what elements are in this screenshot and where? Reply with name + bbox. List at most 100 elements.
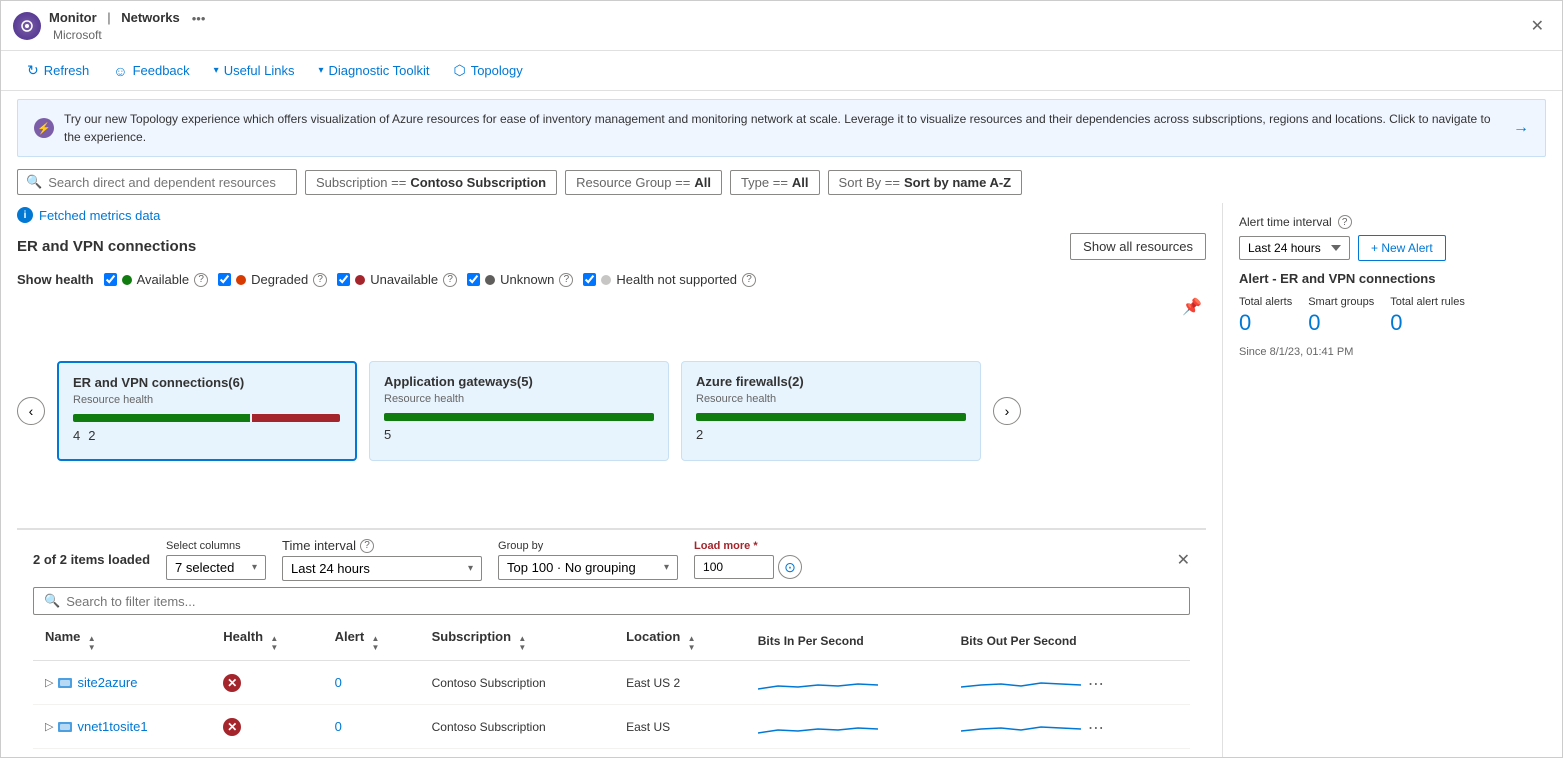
health-unavailable-checkbox[interactable] [337, 273, 350, 286]
card-green-count-1: 5 [384, 427, 391, 442]
pin-area: 📌 [1178, 293, 1206, 321]
app-gateway-card[interactable]: Application gateways(5) Resource health … [369, 361, 669, 461]
info-icon: i [17, 207, 33, 223]
bottom-close-button[interactable]: ✕ [1177, 550, 1190, 570]
filter-bar: 🔍 Subscription == Contoso Subscription R… [1, 165, 1562, 203]
topology-banner[interactable]: ⚡ Try our new Topology experience which … [17, 99, 1546, 157]
health-error-icon-1: ✕ [223, 718, 241, 736]
alert-interval-label-row: Alert time interval ? [1239, 215, 1546, 229]
degraded-info-icon[interactable]: ? [313, 273, 327, 287]
subscription-filter[interactable]: Subscription == Contoso Subscription [305, 170, 557, 195]
cards-next-button[interactable]: › [993, 397, 1021, 425]
row-expand-icon-1[interactable]: ▷ [45, 720, 53, 733]
health-not-supported-checkbox[interactable] [583, 273, 596, 286]
row-more-button-1[interactable]: ⋯ [1084, 716, 1108, 740]
feedback-icon: ☺ [113, 63, 127, 79]
name-sort[interactable]: ▲▼ [88, 635, 96, 652]
col-location: Location ▲▼ [614, 621, 746, 661]
table-row: ▷ vnet1tosite1 ✕ 0 Contoso Subscription … [33, 705, 1190, 749]
subscription-sort[interactable]: ▲▼ [518, 635, 526, 652]
content-area: i Fetched metrics data ER and VPN connec… [1, 203, 1562, 757]
total-alert-rules-col: Total alert rules 0 [1390, 296, 1465, 336]
time-interval-info-icon[interactable]: ? [360, 539, 374, 553]
unknown-info-icon[interactable]: ? [559, 273, 573, 287]
cell-subscription-1: Contoso Subscription [420, 705, 615, 749]
smart-groups-label: Smart groups [1308, 296, 1374, 308]
resource-search-box[interactable]: 🔍 [17, 169, 297, 195]
time-interval-group: Time interval ? Last 24 hours ▾ [282, 538, 482, 581]
cell-alert-1: 0 [323, 705, 420, 749]
type-filter[interactable]: Type == All [730, 170, 820, 195]
load-go-button[interactable]: ⊙ [778, 555, 802, 579]
resource-icon-1 [57, 719, 73, 735]
col-bits-out: Bits Out Per Second [949, 621, 1190, 661]
resources-table: Name ▲▼ Health ▲▼ Alert [33, 621, 1190, 749]
select-columns-label: Select columns [166, 540, 266, 552]
cell-health-0: ✕ [211, 661, 322, 705]
resource-link-1[interactable]: vnet1tosite1 [77, 719, 147, 734]
group-by-label: Group by [498, 540, 678, 552]
er-vpn-card[interactable]: ER and VPN connections(6) Resource healt… [57, 361, 357, 461]
location-sort[interactable]: ▲▼ [688, 635, 696, 652]
table-search-box[interactable]: 🔍 [33, 587, 1190, 615]
window-close-button[interactable]: ✕ [1525, 14, 1550, 38]
title-more-btn[interactable]: ••• [192, 11, 206, 26]
not-supported-info-icon[interactable]: ? [742, 273, 756, 287]
health-sort[interactable]: ▲▼ [270, 635, 278, 652]
diagnostic-toolkit-button[interactable]: ▾ Diagnostic Toolkit [309, 58, 440, 83]
card-health-bar-0 [73, 414, 341, 422]
search-input[interactable] [48, 175, 288, 190]
resource-group-filter[interactable]: Resource Group == All [565, 170, 722, 195]
card-green-bar-0 [73, 414, 250, 422]
health-degraded-checkbox[interactable] [218, 273, 231, 286]
alert-interval-select[interactable]: Last 24 hours [1239, 236, 1350, 260]
card-green-count-0: 4 [73, 428, 80, 443]
alert-interval-controls: Last 24 hours + New Alert [1239, 235, 1546, 261]
topology-button[interactable]: ⬡ Topology [443, 57, 532, 84]
unavailable-info-icon[interactable]: ? [443, 273, 457, 287]
row-more-button-0[interactable]: ⋯ [1084, 672, 1108, 696]
bottom-panel: 2 of 2 items loaded Select columns 7 sel… [17, 528, 1206, 757]
health-bar: Show health Available ? Degraded ? [17, 266, 1206, 293]
group-by-dropdown[interactable]: Top 100 · No grouping ▾ [498, 555, 678, 580]
resource-link-0[interactable]: site2azure [77, 675, 137, 690]
health-available-checkbox[interactable] [104, 273, 117, 286]
card-counts-2: 2 [696, 427, 966, 442]
main-window: Monitor | Networks ••• Microsoft ✕ ↻ Ref… [0, 0, 1563, 758]
table-search-input[interactable] [66, 594, 1179, 609]
load-more-input[interactable] [694, 555, 774, 579]
select-columns-group: Select columns 7 selected ▾ [166, 540, 266, 580]
time-interval-label: Time interval ? [282, 538, 482, 553]
alert-link-0[interactable]: 0 [335, 675, 342, 690]
alert-interval-info-icon[interactable]: ? [1338, 215, 1352, 229]
sort-filter[interactable]: Sort By == Sort by name A-Z [828, 170, 1023, 195]
degraded-label: Degraded [251, 272, 308, 287]
pin-button[interactable]: 📌 [1182, 297, 1202, 317]
select-columns-dropdown[interactable]: 7 selected ▾ [166, 555, 266, 580]
org-subtitle: Microsoft [53, 28, 205, 42]
bottom-controls: 2 of 2 items loaded Select columns 7 sel… [33, 538, 1190, 581]
items-loaded-text: 2 of 2 items loaded [33, 552, 150, 567]
azure-firewalls-card[interactable]: Azure firewalls(2) Resource health 2 [681, 361, 981, 461]
alert-link-1[interactable]: 0 [335, 719, 342, 734]
total-alerts-col: Total alerts 0 [1239, 296, 1292, 336]
health-label: Show health [17, 272, 94, 287]
available-info-icon[interactable]: ? [194, 273, 208, 287]
info-text: Fetched metrics data [39, 208, 160, 223]
health-unknown-checkbox[interactable] [467, 273, 480, 286]
alert-panel-title: Alert - ER and VPN connections [1239, 271, 1546, 286]
new-alert-button[interactable]: + New Alert [1358, 235, 1446, 261]
cards-prev-button[interactable]: ‹ [17, 397, 45, 425]
feedback-button[interactable]: ☺ Feedback [103, 58, 199, 84]
refresh-button[interactable]: ↻ Refresh [17, 57, 99, 84]
useful-links-button[interactable]: ▾ Useful Links [204, 58, 305, 83]
cell-bits-in-1 [746, 705, 949, 749]
time-interval-dropdown[interactable]: Last 24 hours ▾ [282, 556, 482, 581]
row-icon-1: ▷ vnet1tosite1 [45, 719, 199, 735]
card-green-bar-1 [384, 413, 654, 421]
alert-sort[interactable]: ▲▼ [372, 635, 380, 652]
row-icon-0: ▷ site2azure [45, 675, 199, 691]
show-all-resources-button[interactable]: Show all resources [1070, 233, 1206, 260]
card-green-bar-2 [696, 413, 966, 421]
row-expand-icon-0[interactable]: ▷ [45, 676, 53, 689]
